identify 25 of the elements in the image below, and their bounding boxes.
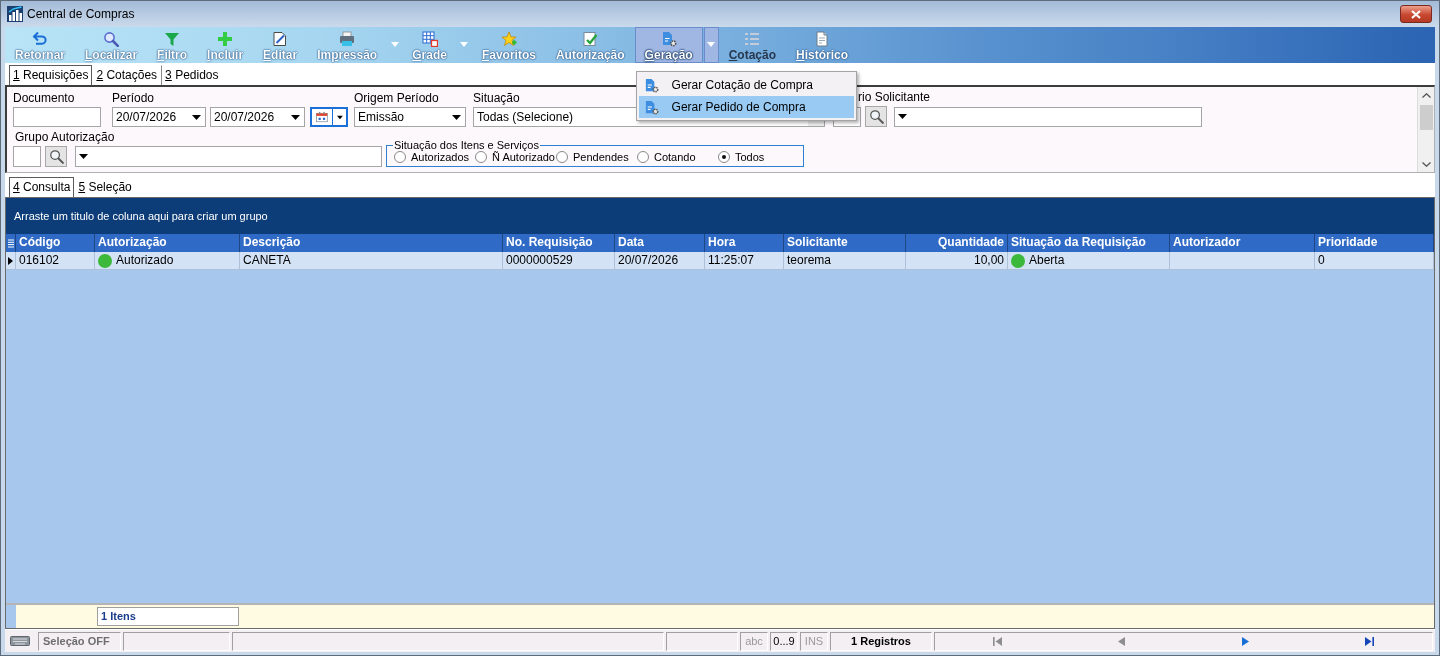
- status-indicator: 0...9: [770, 631, 798, 651]
- table-cell: teorema: [784, 252, 906, 270]
- group-title: Situação dos Itens e Serviços: [393, 139, 540, 151]
- table-cell: 20/07/2026: [615, 252, 705, 270]
- record-count: 1 Registros: [830, 631, 932, 651]
- table-cell: 0: [1315, 252, 1434, 270]
- field-label: Grupo Autorização: [14, 130, 116, 144]
- field-label: Origem Período: [354, 91, 440, 105]
- table-cell: 0000000529: [503, 252, 615, 270]
- field-label: Documento: [13, 91, 76, 105]
- group-hint: Arraste um titulo de coluna aqui para criar um grupo: [14, 210, 268, 222]
- selection-status: Seleção OFF: [38, 631, 121, 651]
- table-cell: 10,00: [906, 252, 1008, 270]
- status-indicator: INS: [800, 631, 828, 651]
- status-indicator: abc: [740, 631, 768, 651]
- field-label: Período: [112, 91, 156, 105]
- window-title: Central de Compras: [27, 7, 136, 21]
- table-cell: 016102: [16, 252, 95, 270]
- table-cell: 11:25:07: [705, 252, 784, 270]
- item-count: 1 Itens: [97, 607, 239, 626]
- status-text: Aberta: [1029, 252, 1065, 269]
- field-label: rio Solicitante: [857, 90, 932, 104]
- status-text: Autorizado: [116, 252, 174, 269]
- field-label: Situação: [473, 91, 521, 105]
- table-cell: CANETA: [240, 252, 503, 270]
